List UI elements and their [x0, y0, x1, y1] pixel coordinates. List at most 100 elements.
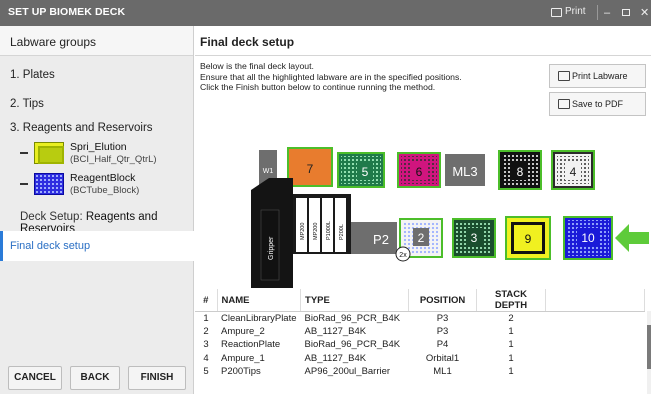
- labware-type: (BCTube_Block): [70, 184, 140, 196]
- labware-type: (BCI_Half_Qtr_QtrL): [70, 153, 157, 165]
- group-item-plates[interactable]: 1. Plates: [10, 69, 55, 81]
- cell-type: BioRad_96_PCR_B4K: [304, 339, 401, 351]
- labware-row-reagent-block[interactable]: ReagentBlock (BCTube_Block): [20, 170, 139, 198]
- final-deck-setup-panel: Final deck setup Below is the final deck…: [195, 26, 651, 394]
- finish-button[interactable]: FINISH: [128, 366, 186, 390]
- cell-index: 2: [203, 325, 209, 337]
- cell-name: CleanLibraryPlate: [221, 312, 297, 324]
- p2-label: P2: [373, 232, 389, 247]
- tube-block-icon: [34, 173, 64, 195]
- save-to-pdf-label: Save to PDF: [572, 99, 624, 109]
- title-bar: SET UP BIOMEK DECK Print – ✕: [0, 0, 651, 26]
- print-labware-setup-button[interactable]: Print Labware Setup: [549, 64, 646, 103]
- nav-item-final-deck-setup[interactable]: Final deck setup: [0, 231, 194, 261]
- labware-groups-header: Labware groups: [0, 26, 193, 56]
- final-deck-setup-label: Final deck setup: [10, 240, 91, 252]
- position-10-label: 10: [581, 231, 595, 245]
- table-row[interactable]: 3 ReactionPlate BioRad_96_PCR_B4K P4 1: [195, 338, 645, 351]
- deck-layout-diagram: W1 7 5 6 ML3 8 4 Gripper MP200 MP200 P10…: [251, 147, 649, 288]
- close-icon[interactable]: ✕: [640, 6, 649, 19]
- labware-table: # NAME TYPE POSITION STACK DEPTH 1 Clean…: [195, 289, 651, 394]
- position-9-label: 9: [525, 232, 532, 246]
- column-header-spacer: [545, 289, 645, 312]
- cell-stack-depth: 1: [508, 325, 514, 337]
- title-separator: [597, 5, 598, 20]
- cell-position: ML1: [433, 365, 452, 377]
- cell-index: 1: [203, 312, 209, 324]
- tool3-label: P1000L: [326, 221, 332, 240]
- cell-position: P3: [436, 312, 449, 324]
- cell-type: BioRad_96_PCR_B4K: [304, 312, 401, 324]
- table-row[interactable]: 2 Ampure_2 AB_1127_B4K P3 1: [195, 325, 645, 338]
- instructions: Below is the final deck layout. Ensure t…: [200, 61, 540, 93]
- cell-name: Ampure_1: [221, 352, 265, 364]
- printer-icon[interactable]: [551, 8, 562, 17]
- stack-badge-label: 2x: [399, 252, 407, 259]
- dash-icon: [20, 183, 28, 185]
- cell-stack-depth: 1: [508, 352, 514, 364]
- save-icon: [558, 99, 570, 109]
- instruction-line: Below is the final deck layout.: [200, 61, 314, 71]
- cell-position: P4: [436, 339, 449, 351]
- labware-name: Spri_Elution: [70, 140, 127, 153]
- ml3-label: ML3: [452, 164, 477, 179]
- print-link[interactable]: Print: [565, 6, 586, 17]
- left-arrow-icon: [615, 224, 649, 252]
- cell-type: AB_1127_B4K: [304, 325, 367, 337]
- labware-row-spri-elution[interactable]: Spri_Elution (BCI_Half_Qtr_QtrL): [20, 139, 157, 167]
- w1-label: W1: [263, 168, 274, 175]
- cell-index: 3: [203, 339, 209, 351]
- column-header[interactable]: POSITION: [408, 289, 478, 312]
- table-header-row: # NAME TYPE POSITION STACK DEPTH: [195, 289, 645, 312]
- table-scrollbar-thumb[interactable]: [647, 325, 651, 369]
- column-header[interactable]: TYPE: [300, 289, 410, 312]
- labware-name: ReagentBlock: [70, 171, 136, 184]
- save-to-pdf-button[interactable]: Save to PDF: [549, 92, 646, 116]
- window-title: SET UP BIOMEK DECK: [8, 6, 126, 18]
- cell-index: 5: [203, 365, 209, 377]
- cell-type: AP96_200ul_Barrier: [304, 365, 391, 377]
- tool4-label: P200L: [339, 224, 345, 240]
- group-item-tips[interactable]: 2. Tips: [10, 98, 44, 110]
- instruction-line: Ensure that all the highlighted labware …: [200, 71, 462, 82]
- back-button[interactable]: BACK: [70, 366, 120, 390]
- position-4-label: 4: [570, 165, 577, 179]
- tool1-label: MP200: [300, 223, 306, 240]
- reservoir-icon: [34, 142, 64, 164]
- instruction-line: Click the Finish button below to continu…: [200, 82, 436, 92]
- column-header[interactable]: #: [195, 289, 218, 312]
- cell-position: Orbital1: [425, 352, 460, 364]
- table-row[interactable]: 5 P200Tips AP96_200ul_Barrier ML1 1: [195, 365, 645, 378]
- position-8-label: 8: [517, 165, 524, 179]
- gripper-label: Gripper: [268, 236, 275, 260]
- cell-name: Ampure_2: [221, 325, 265, 337]
- position-2-label: 2: [418, 231, 425, 245]
- active-indicator: [0, 231, 3, 261]
- column-header[interactable]: STACK DEPTH: [476, 289, 547, 312]
- labware-groups-panel: Labware groups 1. Plates 2. Tips 3. Reag…: [0, 26, 194, 394]
- dash-icon: [20, 152, 28, 154]
- cell-name: P200Tips: [221, 365, 261, 377]
- table-row[interactable]: 1 CleanLibraryPlate BioRad_96_PCR_B4K P3…: [195, 312, 645, 325]
- cell-stack-depth: 1: [508, 365, 514, 377]
- minimize-icon[interactable]: –: [604, 7, 610, 19]
- position-3-label: 3: [471, 231, 478, 245]
- position-6-label: 6: [416, 165, 423, 179]
- position-7-label: 7: [307, 162, 314, 176]
- position-5-label: 5: [362, 165, 369, 179]
- cancel-button[interactable]: CANCEL: [8, 366, 62, 390]
- maximize-icon[interactable]: [622, 9, 630, 16]
- group-item-reagents[interactable]: 3. Reagents and Reservoirs: [10, 122, 153, 134]
- table-row[interactable]: 4 Ampure_1 AB_1127_B4K Orbital1 1: [195, 351, 645, 364]
- cell-index: 4: [203, 352, 209, 364]
- cell-position: P3: [436, 325, 449, 337]
- cell-name: ReactionPlate: [221, 339, 281, 351]
- cell-type: AB_1127_B4K: [304, 352, 367, 364]
- page-title: Final deck setup: [195, 26, 651, 56]
- printer-icon: [558, 71, 570, 81]
- cell-stack-depth: 2: [508, 312, 514, 324]
- tool2-label: MP200: [313, 223, 319, 240]
- deck-setup-prefix: Deck Setup:: [20, 211, 83, 223]
- cell-stack-depth: 1: [508, 339, 514, 351]
- column-header[interactable]: NAME: [217, 289, 302, 312]
